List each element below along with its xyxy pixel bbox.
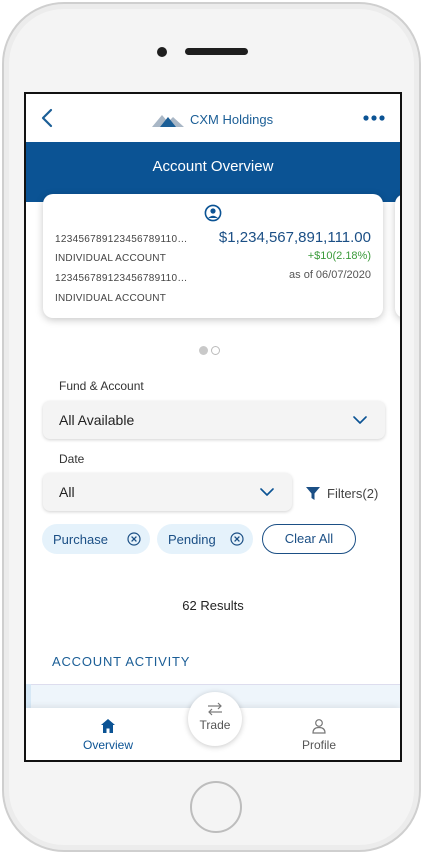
date-label: Date xyxy=(59,452,85,466)
close-circle-icon[interactable] xyxy=(127,532,141,546)
speaker xyxy=(185,48,248,55)
swap-icon xyxy=(208,702,222,716)
fund-account-label: Fund & Account xyxy=(59,379,144,393)
as-of-date: as of 06/07/2020 xyxy=(289,269,371,281)
tab-overview-label: Overview xyxy=(82,738,133,752)
page-title: Account Overview xyxy=(152,158,274,175)
user-circle-icon xyxy=(204,204,222,222)
back-arrow-icon[interactable] xyxy=(38,107,58,129)
filter-chip-purchase[interactable]: Purchase xyxy=(42,524,150,554)
chip-label: Pending xyxy=(168,531,216,547)
brand-name: CXM Holdings xyxy=(190,111,274,127)
header-banner: Account Overview xyxy=(26,142,400,202)
person-icon xyxy=(312,719,326,734)
account-number: 123456789123456789110… xyxy=(55,273,188,284)
carousel-pager xyxy=(199,346,220,355)
account-type: INDIVIDUAL ACCOUNT xyxy=(55,293,167,304)
tab-profile[interactable]: Profile xyxy=(279,718,359,752)
tab-overview[interactable]: Overview xyxy=(68,718,148,752)
fund-account-value: All Available xyxy=(59,412,135,428)
trade-button[interactable]: Trade xyxy=(188,692,242,746)
date-select[interactable]: All xyxy=(43,473,292,511)
account-type: INDIVIDUAL ACCOUNT xyxy=(55,253,167,264)
pager-dot-active[interactable] xyxy=(199,346,208,355)
account-activity-heading: ACCOUNT ACTIVITY xyxy=(52,654,191,669)
top-bar: CXM Holdings xyxy=(26,94,400,142)
pager-dot[interactable] xyxy=(211,346,220,355)
account-number: 123456789123456789110… xyxy=(55,234,188,245)
date-value: All xyxy=(59,484,75,500)
account-balance: $1,234,567,891,111.00 xyxy=(218,229,371,246)
chevron-down-icon xyxy=(260,488,274,496)
filter-icon xyxy=(306,487,320,500)
brand-logo: CXM Holdings xyxy=(152,108,273,130)
more-dots-icon[interactable] xyxy=(362,108,386,128)
filters-button[interactable]: Filters(2) xyxy=(305,486,378,501)
balance-change: +$10(2.18%) xyxy=(307,250,371,262)
account-card[interactable]: 123456789123456789110… INDIVIDUAL ACCOUN… xyxy=(43,194,383,318)
trade-label: Trade xyxy=(199,718,231,732)
clear-all-button[interactable]: Clear All xyxy=(262,524,356,554)
home-icon xyxy=(101,719,115,733)
tab-profile-label: Profile xyxy=(301,738,336,752)
next-account-card[interactable] xyxy=(395,194,400,318)
filter-chip-pending[interactable]: Pending xyxy=(157,524,253,554)
camera xyxy=(157,47,167,57)
close-circle-icon[interactable] xyxy=(230,532,244,546)
fund-account-select[interactable]: All Available xyxy=(43,401,385,439)
chip-label: Purchase xyxy=(53,531,108,547)
chevron-down-icon xyxy=(353,416,367,424)
results-count: 62 Results xyxy=(182,598,244,613)
mountain-logo-icon xyxy=(152,115,184,127)
app-screen: CXM Holdings Account Overview 1234567891… xyxy=(24,92,402,762)
filters-label: Filters(2) xyxy=(327,486,379,501)
home-button[interactable] xyxy=(190,781,242,833)
